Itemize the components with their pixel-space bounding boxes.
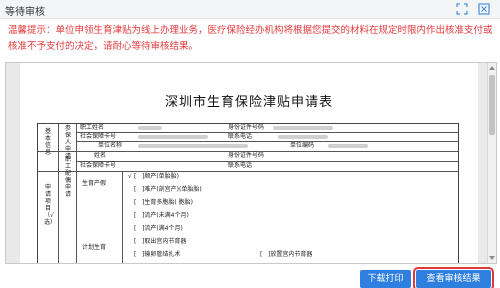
field-social-label: 社会保障卡号 — [80, 133, 117, 140]
apply-left-bracket: [ — [134, 173, 137, 180]
window-title: 等待审核 — [5, 7, 45, 18]
field-spouse-id-label: 身份证件号码 — [228, 152, 265, 159]
apply-left-bracket: [ — [134, 212, 137, 219]
section-basic-label: 基本信息 — [44, 128, 51, 156]
plan-label: 计划生育 — [82, 244, 107, 251]
download-print-button[interactable]: 下载打印 — [360, 270, 411, 288]
apply-left-bracket: [ — [134, 225, 137, 232]
view-result-button[interactable]: 查看审核结果 — [413, 267, 494, 288]
scroll-up-icon[interactable] — [489, 66, 495, 70]
notice-text: 温馨提示：单位申领生育津贴为线上办理业务，医疗保险经办机构将根据您提交的材料在规… — [8, 25, 493, 52]
apply-left-option: ]流产(未满4个月) — [142, 212, 189, 219]
field-spouse-contact-label: 联系电话 — [228, 162, 253, 169]
section-apply-label: 申请项目（√选） — [44, 184, 57, 226]
spouse-label: 职工配偶申请 — [64, 156, 71, 198]
apply-right-option: ]放置宫内节育器 — [268, 251, 313, 258]
scroll-thumb[interactable] — [489, 75, 495, 135]
field-id-label: 身份证件号码 — [228, 124, 265, 131]
check-mark: √ — [128, 173, 132, 180]
field-unit-name-label: 单位名称 — [98, 142, 123, 149]
apply-left-option: ]流产(满4个月) — [142, 225, 183, 232]
apply-left-bracket: [ — [134, 251, 137, 258]
title-bar: 等待审核 — [0, 0, 500, 19]
apply-left-bracket: [ — [134, 186, 137, 193]
apply-left-option: ]取出宫内节育器 — [142, 238, 187, 245]
birth-leave-label: 生育产假 — [82, 180, 107, 187]
apply-left-option: ]输卵管结扎术 — [142, 251, 181, 258]
field-unit-code-label: 单位编码 — [290, 142, 315, 149]
document-viewer[interactable]: 深圳市生育保险津贴申请表 基本信息 参保人申请 职工配偶申请 职工姓名 身份证件… — [5, 62, 497, 264]
apply-left-bracket: [ — [134, 238, 137, 245]
apply-left-option: ]顺产(单胎胎) — [142, 173, 180, 180]
document-scrollbar[interactable] — [487, 63, 496, 263]
application-form: 基本信息 参保人申请 职工配偶申请 职工姓名 身份证件号码 社会保障卡号 联系电… — [37, 123, 459, 263]
insured-label: 参保人申请 — [64, 125, 71, 160]
field-spouse-name-label: 姓名 — [94, 152, 107, 159]
close-icon[interactable] — [478, 3, 490, 15]
document-page: 深圳市生育保险津贴申请表 基本信息 参保人申请 职工配偶申请 职工姓名 身份证件… — [20, 63, 478, 263]
apply-left-option: ]生育多胞胎( 胞胎) — [142, 199, 193, 206]
apply-right-bracket: [ — [260, 251, 263, 258]
scroll-down-icon[interactable] — [489, 256, 495, 260]
document-title: 深圳市生育保险津贴申请表 — [164, 95, 333, 110]
field-spouse-social-label: 社会保障卡号 — [80, 162, 117, 169]
field-name-label: 职工姓名 — [80, 124, 105, 131]
apply-left-option: ]难产(剖宫产)(单胎胎) — [142, 186, 202, 193]
apply-left-bracket: [ — [134, 199, 137, 206]
maximize-icon[interactable] — [456, 3, 468, 15]
field-contact-label: 联系电话 — [228, 133, 253, 140]
